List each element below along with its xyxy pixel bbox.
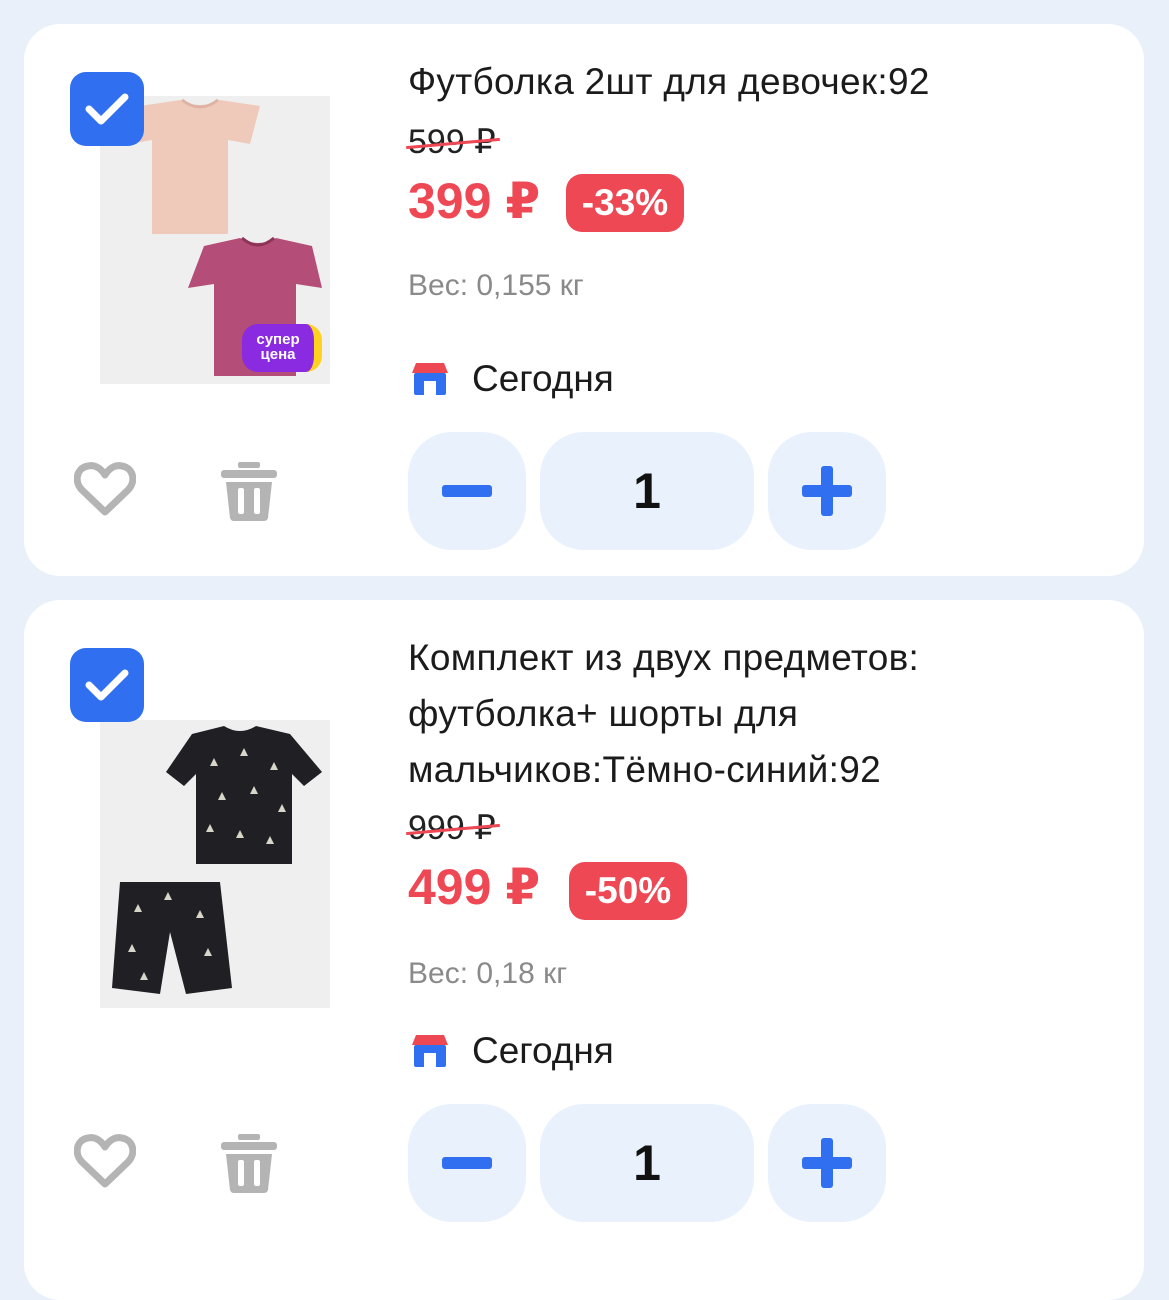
current-price: 399 ₽ (408, 173, 541, 229)
increase-button[interactable] (768, 1104, 886, 1222)
trash-icon (221, 1134, 277, 1193)
product-title[interactable]: Комплект из двух предметов: футболка+ шо… (408, 630, 1108, 798)
favorite-button[interactable] (74, 1132, 136, 1190)
delivery-label: Сегодня (472, 358, 614, 399)
badge-line-2: цена (260, 346, 296, 363)
quantity-value[interactable]: 1 (540, 1104, 754, 1222)
product-title[interactable]: Футболка 2шт для девочек:92 (408, 54, 1108, 110)
product-weight: Вес: 0,18 кг (408, 957, 568, 990)
increase-button[interactable] (768, 432, 886, 550)
super-price-badge: супер цена (242, 324, 322, 372)
product-weight: Вес: 0,155 кг (408, 269, 584, 302)
plus-icon (802, 1138, 852, 1188)
delivery-info: Сегодня (410, 358, 614, 400)
discount-badge: -50% (569, 862, 687, 920)
product-image[interactable] (100, 720, 330, 1008)
item-select-checkbox[interactable] (70, 72, 144, 146)
heart-icon (74, 1134, 136, 1188)
minus-icon (442, 485, 492, 497)
old-price: 999 ₽ (408, 809, 496, 847)
old-price: 599 ₽ (408, 123, 496, 161)
current-price: 499 ₽ (408, 859, 541, 915)
quantity-value[interactable]: 1 (540, 432, 754, 550)
cart-item-card: Комплект из двух предметов: футболка+ шо… (24, 600, 1144, 1300)
store-icon (412, 363, 448, 395)
decrease-button[interactable] (408, 432, 526, 550)
plus-icon (802, 466, 852, 516)
item-select-checkbox[interactable] (70, 648, 144, 722)
minus-icon (442, 1157, 492, 1169)
favorite-button[interactable] (74, 460, 136, 518)
discount-badge: -33% (566, 174, 684, 232)
cart-item-card: супер цена Футболка 2шт для девочек:92 5… (24, 24, 1144, 576)
quantity-stepper: 1 (408, 432, 888, 550)
delete-button[interactable] (218, 460, 280, 522)
delivery-label: Сегодня (472, 1030, 614, 1071)
checkmark-icon (85, 93, 129, 125)
quantity-stepper: 1 (408, 1104, 888, 1222)
trash-icon (221, 462, 277, 521)
badge-line-1: супер (256, 331, 300, 348)
checkmark-icon (85, 669, 129, 701)
delivery-info: Сегодня (410, 1030, 614, 1072)
decrease-button[interactable] (408, 1104, 526, 1222)
store-icon (412, 1035, 448, 1067)
heart-icon (74, 462, 136, 516)
delete-button[interactable] (218, 1132, 280, 1194)
